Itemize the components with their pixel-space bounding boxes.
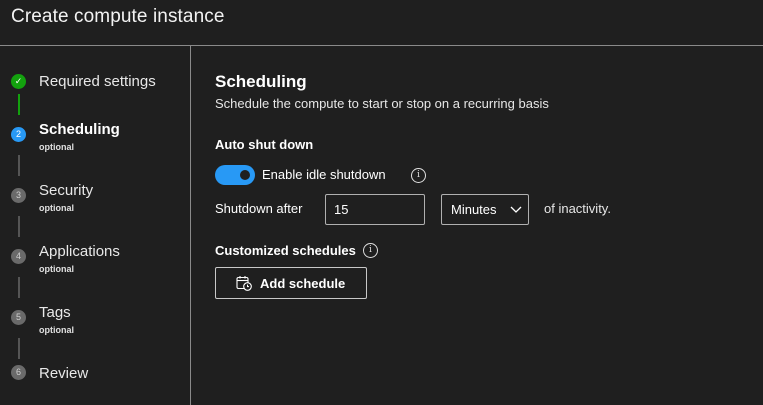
checkmark-icon: ✓	[11, 74, 26, 89]
idle-shutdown-toggle[interactable]	[215, 165, 255, 185]
step-number: 5	[11, 310, 26, 325]
time-unit-dropdown[interactable]: Minutes	[441, 194, 529, 225]
time-unit-value: Minutes	[451, 202, 497, 217]
calendar-clock-icon	[236, 276, 252, 291]
page-title: Create compute instance	[11, 6, 225, 27]
add-schedule-button[interactable]: Add schedule	[215, 267, 367, 299]
info-icon[interactable]: i	[363, 243, 378, 258]
toggle-knob	[240, 170, 250, 180]
customized-schedules-heading: Customized schedules	[215, 243, 356, 258]
section-description: Schedule the compute to start or stop on…	[215, 96, 549, 111]
info-icon[interactable]: i	[411, 168, 426, 183]
step-number: 2	[11, 127, 26, 142]
shutdown-after-label: Shutdown after	[215, 201, 303, 216]
wizard-steps: ✓ Required settings 2 Scheduling optiona…	[0, 46, 191, 405]
step-label: Required settings	[39, 73, 156, 90]
step-connector	[18, 94, 20, 115]
shutdown-duration-input[interactable]	[325, 194, 425, 225]
inactivity-suffix: of inactivity.	[544, 201, 611, 216]
step-connector	[18, 277, 20, 298]
step-number: 4	[11, 249, 26, 264]
step-label: Security	[39, 182, 94, 199]
step-sublabel: optional	[39, 142, 74, 152]
step-sublabel: optional	[39, 203, 74, 213]
scheduling-panel: Scheduling Schedule the compute to start…	[192, 46, 763, 405]
add-schedule-label: Add schedule	[260, 276, 346, 291]
chevron-down-icon	[510, 206, 522, 213]
step-label: Applications	[39, 243, 120, 260]
step-label: Tags	[39, 304, 71, 321]
step-label: Scheduling	[39, 121, 120, 138]
title-bar: Create compute instance	[0, 0, 763, 46]
step-sublabel: optional	[39, 264, 74, 274]
idle-shutdown-label: Enable idle shutdown	[262, 167, 386, 182]
step-label: Review	[39, 365, 89, 382]
step-connector	[18, 338, 20, 359]
step-connector	[18, 216, 20, 237]
step-number: 3	[11, 188, 26, 203]
step-connector	[18, 155, 20, 176]
section-heading: Scheduling	[215, 72, 307, 91]
step-number: 6	[11, 365, 26, 380]
step-sublabel: optional	[39, 325, 74, 335]
auto-shutdown-heading: Auto shut down	[215, 137, 314, 152]
